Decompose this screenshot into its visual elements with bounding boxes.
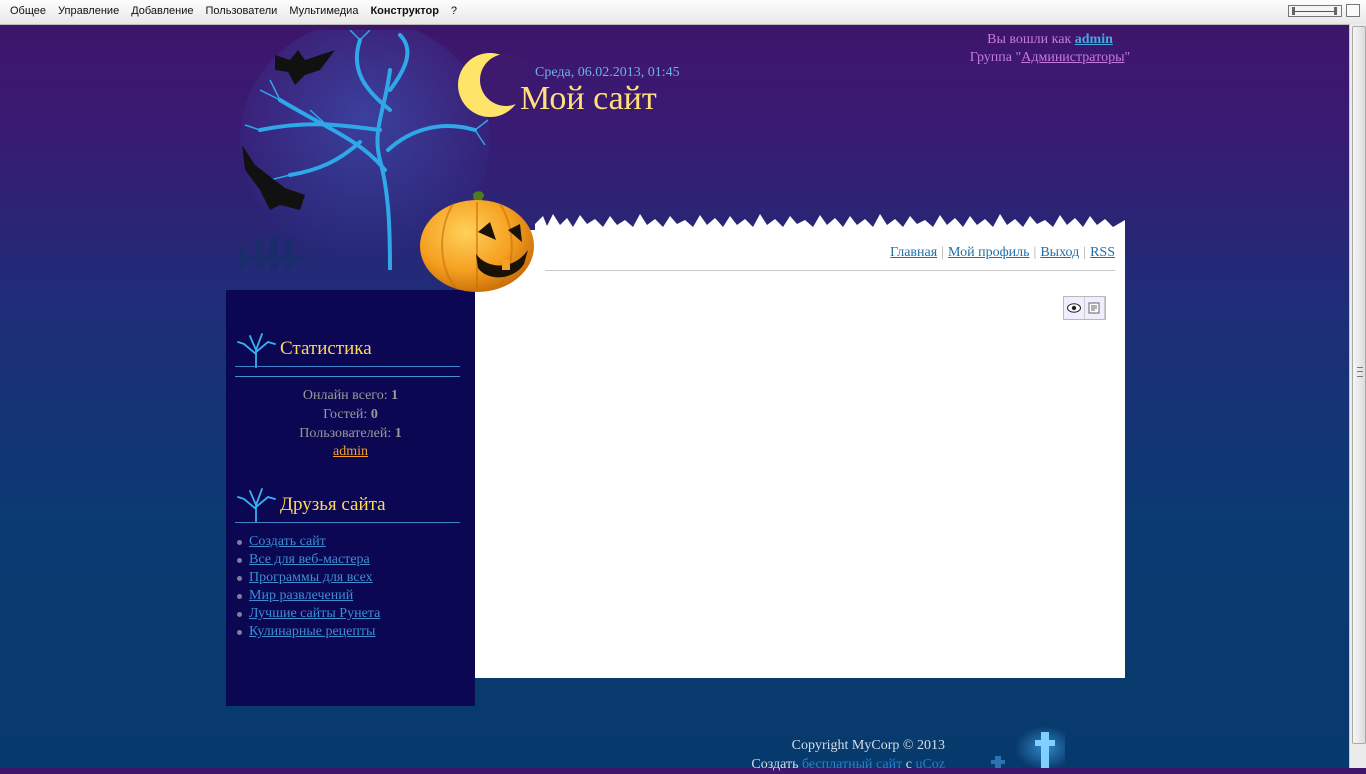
menu-users[interactable]: Пользователи bbox=[206, 5, 278, 17]
maximize-icon[interactable] bbox=[1346, 4, 1360, 17]
nav-logout[interactable]: Выход bbox=[1040, 245, 1079, 260]
footer: Copyright MyCorp © 2013 Создать бесплатн… bbox=[700, 736, 945, 774]
friend-link[interactable]: Все для веб-мастера bbox=[249, 552, 370, 567]
with-text: с bbox=[905, 757, 912, 772]
admin-menu: Общее Управление Добавление Пользователи… bbox=[4, 5, 463, 17]
footer-create: Создать бесплатный сайт с uCoz bbox=[700, 755, 945, 774]
menu-constructor[interactable]: Конструктор bbox=[370, 5, 438, 17]
stats-divider bbox=[235, 376, 460, 377]
users-count: Пользователей: 1 bbox=[226, 424, 475, 443]
login-user-link[interactable]: admin bbox=[1075, 32, 1113, 47]
group-suffix: " bbox=[1124, 50, 1131, 65]
menu-add[interactable]: Добавление bbox=[131, 5, 193, 17]
edit-tools bbox=[1063, 296, 1106, 320]
nav-profile[interactable]: Мой профиль bbox=[948, 245, 1030, 260]
stats-title-line bbox=[235, 366, 460, 367]
preview-icon[interactable] bbox=[1064, 297, 1085, 319]
friend-link[interactable]: Создать сайт bbox=[249, 534, 326, 549]
main-content: Главная | Мой профиль | Выход | RSS bbox=[475, 230, 1125, 678]
guests-label: Гостей: bbox=[323, 407, 368, 422]
tree-icon bbox=[237, 488, 276, 523]
list-item: Лучшие сайты Рунета bbox=[236, 605, 380, 623]
menu-management[interactable]: Управление bbox=[58, 5, 119, 17]
grave-cross-icon bbox=[991, 726, 1065, 768]
list-item: Мир развлечений bbox=[236, 587, 380, 605]
create-text: Создать bbox=[751, 757, 799, 772]
friends-list: Создать сайт Все для веб-мастера Програм… bbox=[236, 533, 380, 641]
nav-separator: | bbox=[941, 245, 944, 260]
edit-page-icon[interactable] bbox=[1085, 297, 1105, 319]
online-user: admin bbox=[226, 442, 475, 461]
scrollbar-grip-icon bbox=[1357, 367, 1363, 377]
moon-icon bbox=[458, 53, 528, 117]
grass-bottom-decoration bbox=[475, 656, 1125, 676]
panel-width-slider[interactable] bbox=[1288, 5, 1342, 17]
menu-general[interactable]: Общее bbox=[10, 5, 46, 17]
friends-title-line bbox=[235, 522, 460, 523]
nav-separator: | bbox=[1033, 245, 1037, 260]
list-item: Все для веб-мастера bbox=[236, 551, 380, 569]
list-item: Кулинарные рецепты bbox=[236, 623, 380, 641]
online-label: Онлайн всего: bbox=[302, 388, 388, 403]
tree-icon bbox=[237, 333, 276, 368]
online-user-link[interactable]: admin bbox=[333, 444, 368, 459]
online-value: 1 bbox=[391, 388, 399, 403]
copyright: Copyright MyCorp © 2013 bbox=[791, 738, 945, 753]
guests-count: Гостей: 0 bbox=[226, 405, 475, 424]
users-value: 1 bbox=[394, 426, 402, 441]
pumpkin-icon bbox=[420, 191, 534, 292]
login-prefix: Вы вошли как bbox=[987, 32, 1072, 47]
current-date: Среда, 06.02.2013, 01:45 bbox=[535, 65, 680, 80]
stats-title: Статистика bbox=[280, 338, 372, 359]
nav-rss[interactable]: RSS bbox=[1090, 245, 1115, 260]
site-title[interactable]: Мой сайт bbox=[520, 80, 657, 118]
users-label: Пользователей: bbox=[299, 426, 392, 441]
list-item: Создать сайт bbox=[236, 533, 380, 551]
group-link[interactable]: Администраторы bbox=[1021, 50, 1124, 65]
login-info: Вы вошли как admin Группа "Администратор… bbox=[930, 31, 1170, 67]
vertical-scrollbar[interactable] bbox=[1349, 24, 1366, 768]
group-prefix: Группа " bbox=[969, 50, 1022, 65]
menu-help[interactable]: ? bbox=[451, 5, 457, 17]
nav-separator: | bbox=[1083, 245, 1087, 260]
friend-link[interactable]: Мир развлечений bbox=[249, 588, 353, 603]
sidebar: Статистика Онлайн всего: 1 Гостей: 0 Пол… bbox=[226, 290, 475, 706]
free-site-link[interactable]: бесплатный сайт bbox=[802, 757, 902, 772]
list-item: Программы для всех bbox=[236, 569, 380, 587]
admin-toolbar: Общее Управление Добавление Пользователи… bbox=[0, 0, 1366, 25]
guests-value: 0 bbox=[370, 407, 378, 422]
online-total: Онлайн всего: 1 bbox=[226, 386, 475, 405]
friend-link[interactable]: Программы для всех bbox=[249, 570, 373, 585]
content-divider bbox=[545, 270, 1115, 271]
top-navigation: Главная | Мой профиль | Выход | RSS bbox=[890, 245, 1115, 261]
scrollbar-thumb[interactable] bbox=[1352, 26, 1366, 744]
nav-home[interactable]: Главная bbox=[890, 245, 937, 260]
menu-multimedia[interactable]: Мультимедиа bbox=[289, 5, 358, 17]
friends-title: Друзья сайта bbox=[280, 494, 386, 515]
ucoz-link[interactable]: uCoz bbox=[915, 757, 945, 772]
friend-link[interactable]: Лучшие сайты Рунета bbox=[249, 606, 380, 621]
friend-link[interactable]: Кулинарные рецепты bbox=[249, 624, 375, 639]
